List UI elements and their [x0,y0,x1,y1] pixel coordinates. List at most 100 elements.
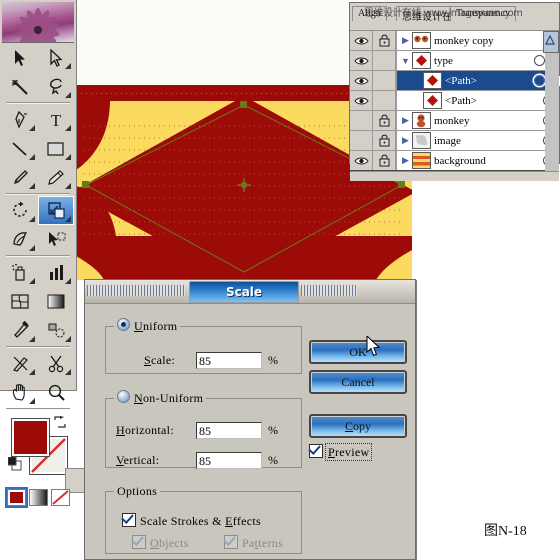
layer-row-body[interactable]: <Path> [396,71,560,90]
scale-input[interactable]: 85 [196,352,262,369]
lock-toggle[interactable] [373,31,396,50]
ok-button[interactable]: OK [309,340,407,364]
lock-toggle[interactable] [373,131,396,150]
mesh-tool[interactable] [2,287,38,316]
fill-swatch[interactable] [11,418,50,457]
visibility-toggle[interactable] [350,151,373,170]
disclosure-triangle-icon[interactable]: ▶ [399,115,412,126]
hand-tool[interactable] [2,378,38,407]
layer-row-body[interactable]: ▶ monkey [396,111,559,130]
layer-name: background [434,154,486,167]
preview-checkbox[interactable] [309,444,323,458]
svg-text:T: T [51,111,62,129]
layers-list[interactable]: ▶ monkey copy ▼ type <Path> <Path> ▶ mon… [350,31,560,171]
scissors-tool[interactable] [38,349,74,378]
tool-flyout-indicator [65,92,71,98]
gradient-tool[interactable] [38,287,74,316]
disclosure-triangle-icon[interactable]: ▶ [399,35,412,46]
uniform-group: Uniform Scale: 85 % [105,318,302,374]
gradient-mode-button[interactable] [28,489,48,506]
objects-checkbox[interactable] [132,535,146,549]
scale-strokes-checkbox[interactable] [122,513,136,527]
lock-toggle[interactable] [373,91,396,110]
visibility-toggle[interactable] [350,111,373,130]
paint-mode-row[interactable] [2,485,74,508]
layer-row-body[interactable]: <Path> [396,91,559,110]
toolbox-divider [6,255,70,257]
line-segment-tool[interactable] [2,134,38,163]
layer-row-body[interactable]: ▶ monkey copy [396,31,559,50]
color-mode-button[interactable] [4,487,28,508]
pencil-tool[interactable] [38,163,74,192]
non-uniform-legend: Non-Uniform [114,390,206,406]
scale-dialog[interactable]: Scale Uniform Scale: 85 % Non-Uniform Ho… [84,279,416,560]
tool-flyout-indicator [65,154,71,160]
layer-row-body[interactable]: ▶ background [396,151,559,170]
layer-row-monkey[interactable]: ▶ monkey [350,111,559,131]
visibility-toggle[interactable] [350,51,373,70]
lock-toggle[interactable] [373,71,396,90]
visibility-toggle[interactable] [350,131,373,150]
selection-tool[interactable] [2,43,38,72]
patterns-checkbox[interactable] [224,535,238,549]
scale-tool[interactable] [38,196,74,225]
lock-toggle[interactable] [373,51,396,70]
non-uniform-radio[interactable] [117,390,130,403]
direct-selection-tool[interactable] [38,43,74,72]
paintbrush-tool[interactable] [2,163,38,192]
lasso-tool[interactable] [38,72,74,101]
none-mode-button[interactable] [50,489,70,506]
cancel-button[interactable]: Cancel [309,370,407,394]
layer-thumbnail-monkey [412,112,431,129]
lock-toggle[interactable] [373,111,396,130]
layers-scrollbar[interactable] [543,31,559,171]
layers-panel[interactable]: Align 思维设计在线 Transparency 思维设计在线 www.ima… [349,2,560,181]
disclosure-triangle-icon[interactable]: ▶ [399,135,412,146]
rotate-tool[interactable] [2,196,38,225]
symbol-sprayer-tool[interactable] [2,258,38,287]
magic-wand-tool[interactable] [2,72,38,101]
scrollbar-up-arrow[interactable] [543,31,559,53]
visibility-toggle[interactable] [350,91,373,110]
fill-stroke-swatches[interactable] [2,413,90,493]
zoom-tool[interactable] [38,378,74,407]
visibility-toggle[interactable] [350,71,373,90]
scale-unit: % [268,353,278,367]
layer-row-body[interactable]: ▼ type [396,51,559,70]
uniform-radio[interactable] [117,318,130,331]
type-tool[interactable]: T [38,105,74,134]
layer-row-type[interactable]: ▼ type [350,51,559,71]
copy-button[interactable]: Copy [309,414,407,438]
warp-tool[interactable] [2,225,38,254]
preview-row[interactable]: Preview [309,443,373,461]
layer-row-background[interactable]: ▶ background [350,151,559,171]
visibility-toggle[interactable] [350,31,373,50]
eyedropper-tool[interactable] [2,316,38,345]
layer-row-body[interactable]: ▶ image [396,131,559,150]
rectangle-tool[interactable] [38,134,74,163]
dialog-title-bar[interactable]: Scale [85,280,415,304]
layer-row-image[interactable]: ▶ image [350,131,559,151]
panel-tab-strip[interactable]: Align 思维设计在线 Transparency 思维设计在线 www.ima… [350,3,559,21]
default-fill-stroke-icon[interactable] [8,457,22,471]
disclosure-triangle-icon[interactable]: ▼ [399,56,412,66]
lock-toggle[interactable] [373,151,396,170]
horizontal-input[interactable]: 85 [196,422,262,439]
toolbox-panel[interactable]: T [0,0,90,508]
vertical-input[interactable]: 85 [196,452,262,469]
pen-tool[interactable] [2,105,38,134]
blend-tool[interactable] [38,316,74,345]
layer-row-monkey-copy[interactable]: ▶ monkey copy [350,31,559,51]
layer-row-path[interactable]: <Path> [350,91,559,111]
layer-thumbnail-path [423,72,442,89]
layers-panel-footer [350,171,559,181]
patterns-label-a: Pa [242,536,255,550]
column-graph-tool[interactable] [38,258,74,287]
disclosure-triangle-icon[interactable]: ▶ [399,155,412,166]
toolbox-divider [6,102,70,104]
free-transform-tool[interactable] [38,225,74,254]
swap-fill-stroke-icon[interactable] [54,416,66,428]
slice-tool[interactable] [2,349,38,378]
scale-strokes-label-b: ffects [232,514,261,528]
layer-row-path-selected[interactable]: <Path> [350,71,560,91]
